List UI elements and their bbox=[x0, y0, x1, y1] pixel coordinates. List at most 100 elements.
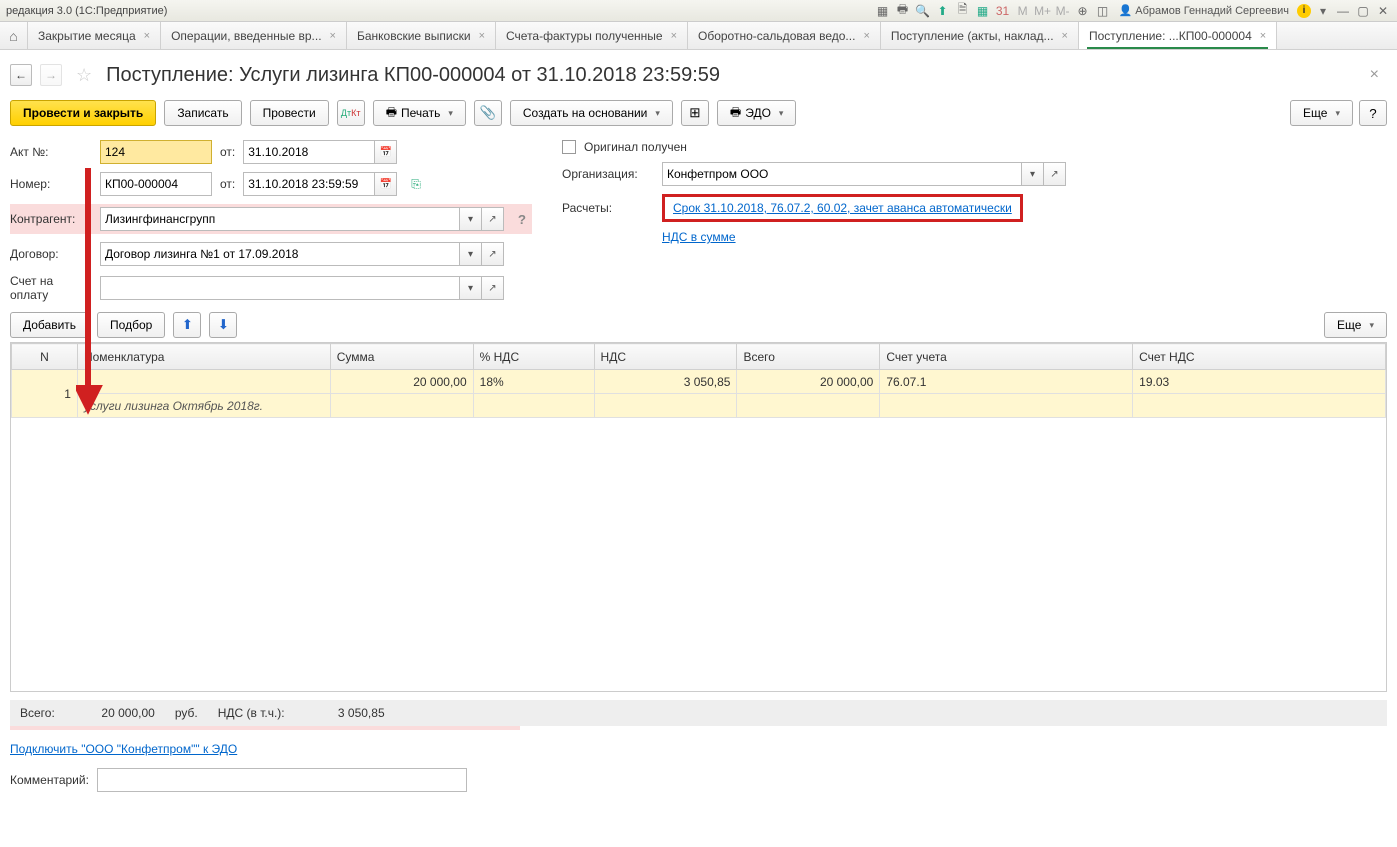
contract-label: Договор: bbox=[10, 247, 92, 261]
edo-connect-link[interactable]: Подключить "ООО "Конфетпром"" к ЭДО bbox=[10, 742, 237, 756]
original-label: Оригинал получен bbox=[584, 140, 687, 154]
calendar-icon[interactable]: 31 bbox=[995, 3, 1011, 19]
akt-date-input[interactable] bbox=[243, 140, 375, 164]
calendar-icon[interactable]: 📅 bbox=[375, 140, 397, 164]
counterparty-help[interactable]: ? bbox=[512, 207, 532, 231]
contract-input[interactable] bbox=[100, 242, 460, 266]
tab-6[interactable]: Поступление: ...КП00-000004× bbox=[1079, 22, 1277, 49]
toolbar-icon[interactable]: ▦ bbox=[875, 3, 891, 19]
calc-icon[interactable]: ▦ bbox=[975, 3, 991, 19]
tab-close-icon[interactable]: × bbox=[671, 30, 677, 42]
vat-link[interactable]: НДС в сумме bbox=[662, 230, 736, 244]
comment-input[interactable] bbox=[97, 768, 467, 792]
move-up-button[interactable]: ⬆ bbox=[173, 312, 201, 338]
panel-icon[interactable]: ◫ bbox=[1095, 3, 1111, 19]
org-input[interactable] bbox=[662, 162, 1022, 186]
m-minus-icon[interactable]: M- bbox=[1055, 3, 1071, 19]
table-row-desc[interactable]: услуги лизинга Октябрь 2018г. bbox=[12, 394, 1386, 418]
col-header[interactable]: Счет учета bbox=[880, 344, 1133, 370]
close-icon[interactable]: ✕ bbox=[1375, 3, 1391, 19]
tab-0[interactable]: Закрытие месяца× bbox=[28, 22, 161, 49]
help-button[interactable]: ? bbox=[1359, 100, 1387, 126]
invoice-label: Счет на оплату bbox=[10, 274, 92, 302]
from-label-2: от: bbox=[220, 177, 235, 191]
tab-close-icon[interactable]: × bbox=[863, 30, 869, 42]
dtkt-button[interactable]: ДтКт bbox=[337, 100, 365, 126]
vat-label: НДС (в т.ч.): bbox=[218, 706, 285, 720]
app-title: редакция 3.0 (1С:Предприятие) bbox=[6, 5, 167, 17]
col-header[interactable]: НДС bbox=[594, 344, 737, 370]
open-icon[interactable]: ↗ bbox=[482, 276, 504, 300]
tab-close-icon[interactable]: × bbox=[330, 30, 336, 42]
col-header[interactable]: Счет НДС bbox=[1133, 344, 1386, 370]
attach-button[interactable]: 📎 bbox=[474, 100, 502, 126]
col-header[interactable]: % НДС bbox=[473, 344, 594, 370]
calc-link[interactable]: Срок 31.10.2018, 76.07.2, 60.02, зачет а… bbox=[673, 201, 1012, 215]
open-icon[interactable]: ↗ bbox=[482, 207, 504, 231]
dropdown-icon[interactable]: ▾ bbox=[1022, 162, 1044, 186]
print-icon[interactable]: 🖶 bbox=[895, 3, 911, 19]
original-checkbox[interactable] bbox=[562, 140, 576, 154]
dropdown-icon[interactable]: ▾ bbox=[460, 207, 482, 231]
number-date-input[interactable] bbox=[243, 172, 375, 196]
tab-5[interactable]: Поступление (акты, наклад...× bbox=[881, 22, 1079, 49]
maximize-icon[interactable]: ▢ bbox=[1355, 3, 1371, 19]
tab-2[interactable]: Банковские выписки× bbox=[347, 22, 496, 49]
doc-icon[interactable]: 🗎 bbox=[955, 3, 971, 19]
col-header[interactable]: Номенклатура bbox=[77, 344, 330, 370]
user-label[interactable]: 👤Абрамов Геннадий Сергеевич bbox=[1119, 4, 1289, 17]
add-button[interactable]: Добавить bbox=[10, 312, 89, 338]
akt-label: Акт №: bbox=[10, 145, 92, 159]
from-label-1: от: bbox=[220, 145, 235, 159]
total-value: 20 000,00 bbox=[75, 706, 155, 720]
number-input[interactable] bbox=[100, 172, 212, 196]
save-icon[interactable]: ⬆ bbox=[935, 3, 951, 19]
home-tab[interactable]: ⌂ bbox=[0, 22, 28, 49]
tab-close-icon[interactable]: × bbox=[144, 30, 150, 42]
akt-input[interactable] bbox=[100, 140, 212, 164]
col-header[interactable]: Всего bbox=[737, 344, 880, 370]
tab-4[interactable]: Оборотно-сальдовая ведо...× bbox=[688, 22, 881, 49]
dropdown-icon[interactable]: ▾ bbox=[460, 276, 482, 300]
zoom-icon[interactable]: ⊕ bbox=[1075, 3, 1091, 19]
save-button[interactable]: Записать bbox=[164, 100, 241, 126]
print-button[interactable]: 🖶Печать▾ bbox=[373, 100, 466, 126]
calendar-icon[interactable]: 📅 bbox=[375, 172, 397, 196]
search-icon[interactable]: 🔍 bbox=[915, 3, 931, 19]
table-row[interactable]: 120 000,0018%3 050,8520 000,0076.07.119.… bbox=[12, 370, 1386, 394]
back-button[interactable]: ← bbox=[10, 64, 32, 86]
tab-close-icon[interactable]: × bbox=[1260, 30, 1266, 42]
close-page[interactable]: × bbox=[1362, 62, 1387, 88]
counterparty-label: Контрагент: bbox=[10, 212, 92, 226]
post-close-button[interactable]: Провести и закрыть bbox=[10, 100, 156, 126]
m-plus-icon[interactable]: M+ bbox=[1035, 3, 1051, 19]
structure-button[interactable]: ⊞ bbox=[681, 100, 709, 126]
forward-button[interactable]: → bbox=[40, 64, 62, 86]
currency: руб. bbox=[175, 706, 198, 720]
page-title: Поступление: Услуги лизинга КП00-000004 … bbox=[106, 64, 720, 87]
open-icon[interactable]: ↗ bbox=[1044, 162, 1066, 186]
create-based-button[interactable]: Создать на основании▾ bbox=[510, 100, 673, 126]
favorite-icon[interactable]: ☆ bbox=[76, 65, 92, 86]
tab-close-icon[interactable]: × bbox=[1062, 30, 1068, 42]
dropdown-icon[interactable]: ▾ bbox=[460, 242, 482, 266]
minimize-icon[interactable]: — bbox=[1335, 3, 1351, 19]
edo-button[interactable]: 🖶ЭДО▾ bbox=[717, 100, 797, 126]
m-icon[interactable]: M bbox=[1015, 3, 1031, 19]
col-header[interactable]: N bbox=[12, 344, 78, 370]
table-more-button[interactable]: Еще▾ bbox=[1324, 312, 1387, 338]
invoice-input[interactable] bbox=[100, 276, 460, 300]
tab-1[interactable]: Операции, введенные вр...× bbox=[161, 22, 347, 49]
tab-3[interactable]: Счета-фактуры полученные× bbox=[496, 22, 688, 49]
move-down-button[interactable]: ⬇ bbox=[209, 312, 237, 338]
extra-icon[interactable]: ⎘ bbox=[411, 177, 421, 192]
more-button[interactable]: Еще▾ bbox=[1290, 100, 1353, 126]
tab-close-icon[interactable]: × bbox=[479, 30, 485, 42]
info-icon[interactable]: i bbox=[1297, 4, 1311, 18]
pick-button[interactable]: Подбор bbox=[97, 312, 165, 338]
col-header[interactable]: Сумма bbox=[330, 344, 473, 370]
dropdown-icon[interactable]: ▾ bbox=[1315, 3, 1331, 19]
post-button[interactable]: Провести bbox=[250, 100, 329, 126]
open-icon[interactable]: ↗ bbox=[482, 242, 504, 266]
counterparty-input[interactable] bbox=[100, 207, 460, 231]
